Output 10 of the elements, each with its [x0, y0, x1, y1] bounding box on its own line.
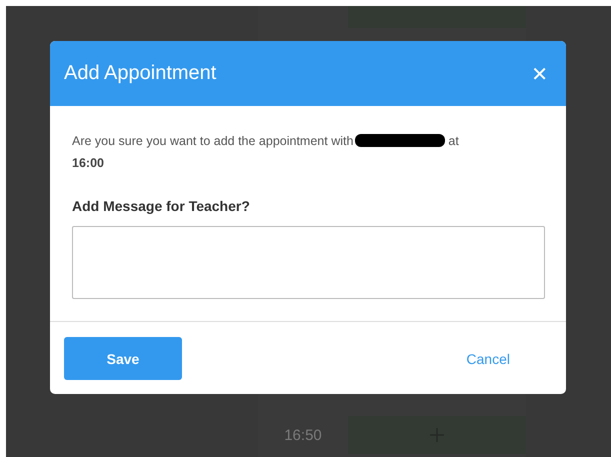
save-button[interactable]: Save: [64, 337, 182, 380]
confirm-text: at: [448, 134, 459, 148]
dialog-title: Add Appointment: [64, 62, 218, 85]
slot-cell[interactable]: [348, 6, 526, 28]
field-label: Add Message for Teacher?: [72, 198, 251, 214]
appointment-time: 16:00: [72, 155, 105, 172]
slot-time: 16:50: [283, 426, 323, 444]
confirm-text: Are you sure you want to add the appointment with: [72, 134, 354, 148]
message-field[interactable]: [72, 226, 545, 299]
cancel-link[interactable]: Cancel: [460, 350, 516, 368]
